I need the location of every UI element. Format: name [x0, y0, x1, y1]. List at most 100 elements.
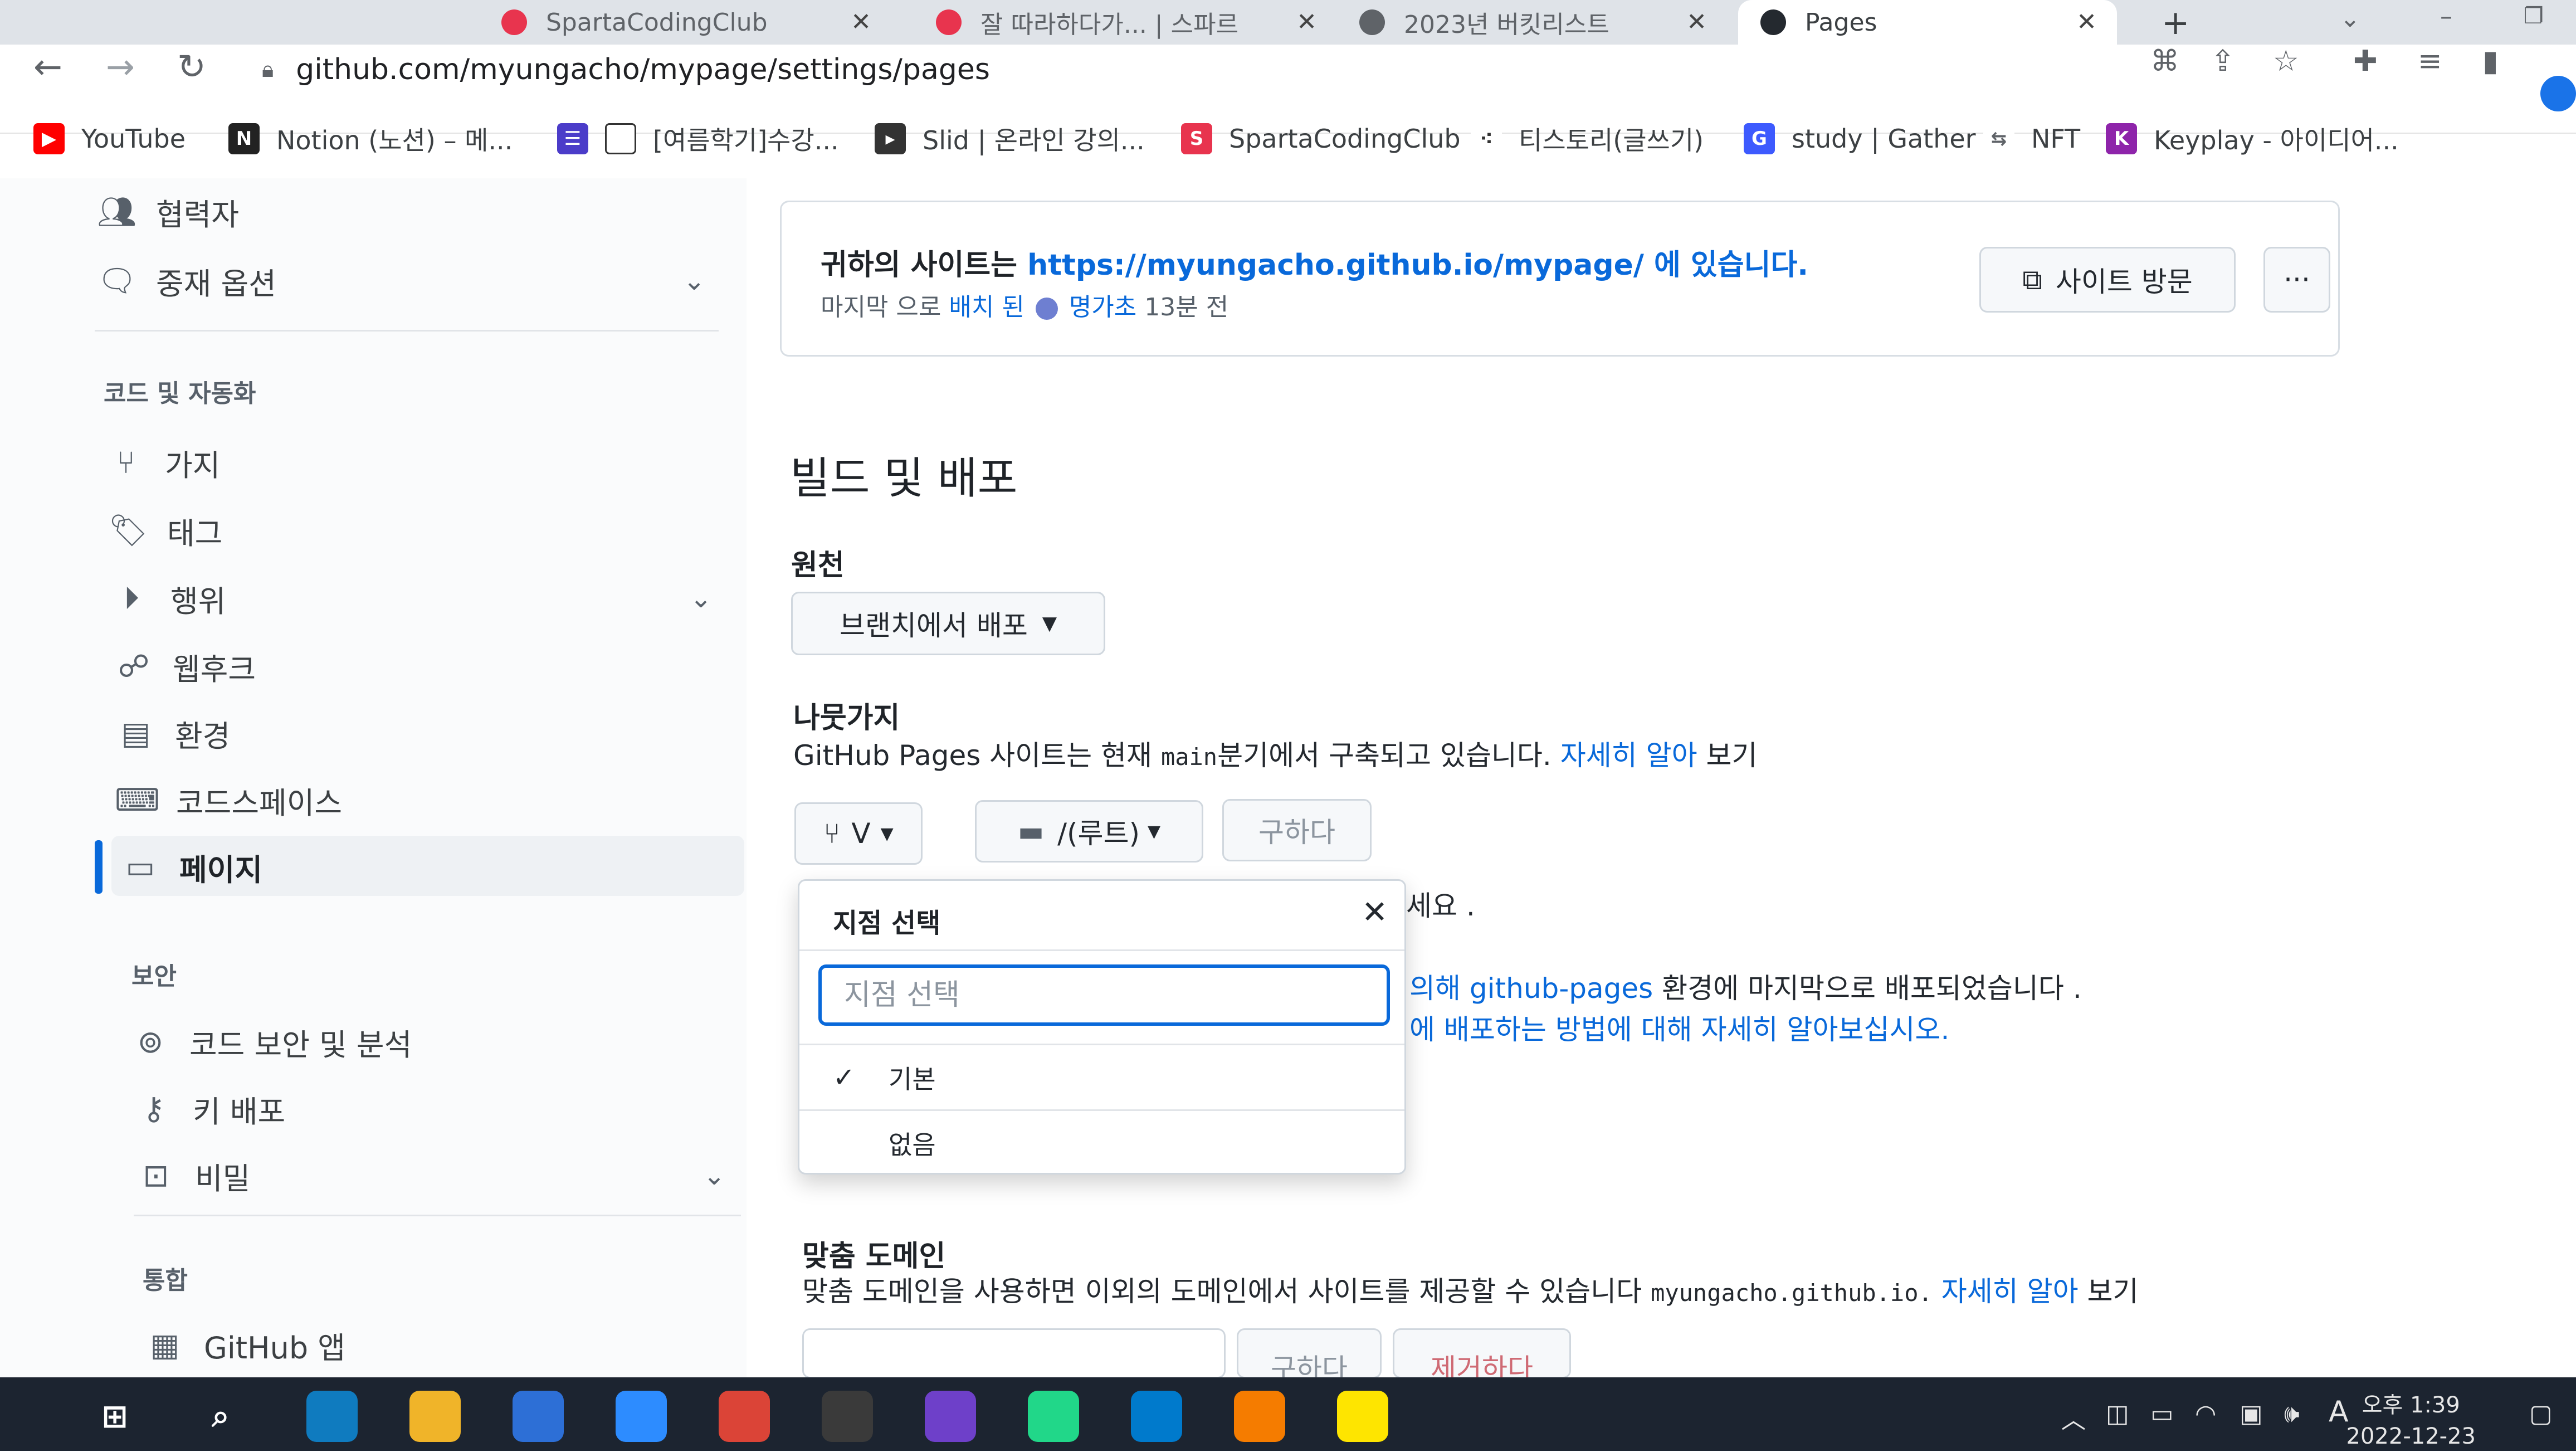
source-select[interactable]: 브랜치에서 배포 ▼	[791, 592, 1105, 655]
extensions-icon[interactable]: ✚	[2353, 45, 2378, 78]
custom-domain-suffix: 보기	[2087, 1275, 2139, 1308]
save-branch-button[interactable]: 구하다	[1222, 799, 1372, 861]
learn-more-link[interactable]: 자세히 알아	[1560, 739, 1697, 772]
meet-icon[interactable]: ◫	[2106, 1400, 2129, 1428]
site-url-link[interactable]: https://myungacho.github.io/mypage/	[1027, 249, 1644, 282]
branch-filter-input[interactable]	[818, 964, 1390, 1026]
chevron-up-icon[interactable]: ︿	[2061, 1400, 2086, 1435]
bookmark-tistory[interactable]: ⁖ 티스토리(글쓰기)	[1471, 119, 1704, 158]
side-panel-icon[interactable]: ▮	[2482, 45, 2499, 78]
remove-domain-button[interactable]: 제거하다	[1393, 1328, 1571, 1385]
share-icon[interactable]: ⇪	[2211, 45, 2235, 78]
custom-domain-input[interactable]	[802, 1328, 1226, 1378]
pycharm-icon[interactable]	[1028, 1391, 1079, 1442]
bookmark-youtube[interactable]: ▶ YouTube	[33, 119, 186, 158]
close-tab-icon[interactable]: ✕	[1296, 8, 1317, 36]
tab-pages[interactable]: Pages ✕	[1738, 0, 2117, 45]
zoom-icon[interactable]	[616, 1391, 667, 1442]
profile-avatar[interactable]	[2540, 76, 2576, 111]
learn-more-link[interactable]: 자세히 알아	[1941, 1275, 2079, 1308]
new-tab-button[interactable]: +	[2162, 3, 2189, 42]
minimize-icon[interactable]: –	[2440, 2, 2452, 31]
folder-select-value: /(루트)	[1057, 817, 1140, 850]
notification-icon[interactable]: ▢	[2529, 1400, 2553, 1428]
search-icon[interactable]: ⌕	[195, 1391, 246, 1442]
bookmark-gather[interactable]: G study | Gather	[1744, 119, 1976, 158]
obs-icon[interactable]	[822, 1391, 873, 1442]
restore-icon[interactable]: ❐	[2524, 3, 2544, 29]
reload-icon[interactable]: ↻	[177, 45, 206, 89]
forward-icon[interactable]: →	[106, 45, 135, 89]
windows-start-icon[interactable]: ⊞	[89, 1391, 140, 1442]
notes-icon[interactable]	[1234, 1391, 1285, 1442]
sidebar-item-github-apps[interactable]: ▦ GitHub 앱	[143, 1317, 345, 1373]
close-tab-icon[interactable]: ✕	[1686, 8, 1707, 36]
system-clock[interactable]: 오후 1:39 2022-12-23	[2346, 1390, 2476, 1452]
chevron-down-icon[interactable]: ⌄	[683, 265, 705, 296]
branch-option-default[interactable]: ✓ 기본	[799, 1044, 1404, 1109]
sidebar-item-moderation[interactable]: 🗨︎ 중재 옵션	[95, 253, 276, 309]
branch-select-button[interactable]: ⑂ V ▼	[794, 802, 923, 865]
close-tab-icon[interactable]: ✕	[851, 8, 871, 36]
bookmark-summer[interactable]: ☰ [여름학기]수강...	[557, 119, 839, 158]
explorer-icon[interactable]	[409, 1391, 461, 1442]
bookmark-star-icon[interactable]: ☆	[2273, 45, 2299, 78]
folder-select-button[interactable]: ▬ /(루트) ▼	[975, 800, 1203, 863]
sidebar-item-tags[interactable]: 🏷︎ 태그	[106, 503, 222, 558]
chevron-down-icon[interactable]: ⌄	[703, 1160, 725, 1191]
ime-indicator[interactable]: A	[2329, 1395, 2349, 1429]
volume-icon[interactable]: 🕪︎	[2284, 1400, 2300, 1428]
sidebar-item-secrets[interactable]: ⊡ 비밀	[134, 1148, 251, 1203]
environment-link[interactable]: github-pages	[1470, 972, 1653, 1005]
address-bar[interactable]: 🔒︎ github.com/myungacho/mypage/settings/…	[262, 53, 990, 86]
wifi-icon[interactable]: ◠	[2195, 1400, 2216, 1428]
branch-icon: ⑂	[823, 817, 841, 850]
link-icon[interactable]	[513, 1391, 564, 1442]
last-deployed-line: 마지막 으로 배치 된 명가초 13분 전	[821, 287, 1228, 323]
sidebar-item-collaborators[interactable]: 👥︎ 협력자	[95, 184, 239, 240]
sidebar-item-branches[interactable]: ⑂ 가지	[104, 435, 220, 490]
back-icon[interactable]: ←	[33, 45, 62, 89]
bookmark-nft[interactable]: ⇆ NFT	[1983, 119, 2080, 158]
tab-sparta-post[interactable]: 잘 따라하다가... | 스파르 ✕	[914, 0, 1337, 45]
github-desktop-icon[interactable]	[925, 1391, 976, 1442]
close-icon[interactable]: ✕	[1362, 894, 1388, 930]
sidebar-item-code-security[interactable]: ⊚ 코드 보안 및 분석	[128, 1014, 412, 1070]
branch-description: GitHub Pages 사이트는 현재 main분기에서 구축되고 있습니다.…	[793, 733, 1758, 773]
close-tab-icon[interactable]: ✕	[2076, 8, 2097, 36]
edge-icon[interactable]	[306, 1391, 358, 1442]
bookmark-notion[interactable]: N Notion (노션) – 메...	[228, 119, 513, 158]
sidebar-item-deploy-keys[interactable]: ⚷ 키 배포	[131, 1081, 285, 1137]
chrome-icon[interactable]	[719, 1391, 770, 1442]
branch-desc-prefix: GitHub Pages 사이트는 현재	[793, 739, 1153, 772]
deployment-link[interactable]: 의해	[1409, 972, 1461, 1005]
tab-spartacodingclub[interactable]: SpartaCodingClub ✕	[479, 0, 891, 45]
deploy-help-link[interactable]: 에 배포하는 방법에 대해	[1409, 1014, 1692, 1046]
display-icon[interactable]: ▣	[2240, 1400, 2263, 1428]
more-options-button[interactable]: ···	[2263, 247, 2330, 313]
sidebar-item-environments[interactable]: ▤ 환경	[114, 705, 231, 761]
chevron-down-icon[interactable]: ⌄	[690, 583, 712, 614]
translate-icon[interactable]: ⌘	[2150, 45, 2179, 78]
bookmark-sparta[interactable]: S SpartaCodingClub	[1181, 119, 1461, 158]
tag-icon: 🏷︎	[108, 513, 148, 549]
visit-site-button[interactable]: ⧉ 사이트 방문	[1979, 247, 2236, 313]
bookmark-slid[interactable]: ▸ Slid | 온라인 강의...	[875, 119, 1145, 158]
vscode-icon[interactable]	[1131, 1391, 1182, 1442]
tab-bucketlist[interactable]: 2023년 버킷리스트 ✕	[1337, 0, 1727, 45]
user-link[interactable]: 명가초	[1069, 293, 1136, 321]
tab-search-icon[interactable]: ⌄	[2340, 4, 2360, 33]
sidebar-item-webhooks[interactable]: ☍ 웹후크	[111, 639, 256, 694]
branch-option-none[interactable]: 없음	[799, 1109, 1404, 1175]
battery-icon[interactable]: ▭	[2150, 1400, 2174, 1428]
sidebar-item-pages[interactable]: ▭ 페이지	[118, 839, 263, 895]
sidebar-item-actions[interactable]: ⏵ 행위	[109, 571, 226, 626]
sidebar-item-codespaces[interactable]: ⌨ 코드스페이스	[115, 772, 342, 828]
sidebar-item-label: GitHub 앱	[204, 1330, 345, 1366]
learn-more-link[interactable]: 자세히 알아보십시오.	[1701, 1014, 1950, 1046]
bookmark-keyplay[interactable]: K Keyplay - 아이디어...	[2106, 119, 2399, 158]
save-domain-button[interactable]: 구하다	[1237, 1328, 1382, 1385]
kakaotalk-icon[interactable]	[1337, 1391, 1388, 1442]
reading-list-icon[interactable]: ≡	[2418, 45, 2442, 78]
deployed-link[interactable]: 배치 된	[949, 293, 1024, 321]
